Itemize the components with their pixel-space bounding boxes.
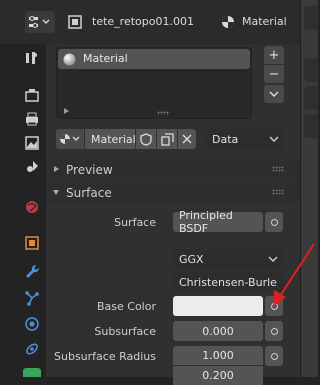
annotation-arrow — [274, 243, 315, 306]
material-breadcrumb: Material — [242, 15, 287, 28]
tab-tool[interactable] — [19, 46, 45, 70]
viewport-tool-2[interactable] — [304, 58, 318, 82]
wrench-icon — [24, 263, 40, 279]
subsurface-label: Subsurface — [94, 325, 156, 338]
tool-icon — [24, 50, 40, 66]
subsurface-link-button[interactable] — [265, 321, 283, 341]
material-name-text: Material — [91, 132, 136, 146]
printer-icon — [24, 111, 40, 127]
add-slot-label: + — [268, 47, 280, 63]
tab-render[interactable] — [19, 84, 45, 106]
subsurface-radius-x-field[interactable]: 1.000 — [173, 346, 263, 365]
surface-shader-field[interactable]: Principled BSDF — [173, 209, 263, 235]
subsurface-radius-label: Subsurface Radius — [54, 350, 156, 363]
list-expand-arrow-icon[interactable] — [64, 108, 69, 114]
viewport-strip — [300, 0, 318, 377]
subsurface-radius-link-button[interactable] — [265, 346, 283, 366]
object-square-icon — [24, 235, 40, 251]
surface-shader-value: Principled BSDF — [179, 209, 233, 235]
socket-icon — [270, 352, 278, 360]
subsurface-value: 0.000 — [202, 324, 234, 338]
socket-icon — [270, 327, 278, 335]
subsurface-radius-x-value: 1.000 — [202, 349, 234, 362]
add-slot-button[interactable]: + — [264, 46, 284, 64]
distribution-value: GGX — [179, 252, 204, 266]
constraint-icon — [24, 341, 40, 357]
scene-icon — [24, 159, 40, 175]
chevron-down-icon — [269, 91, 279, 97]
close-icon — [182, 134, 192, 144]
preview-panel-title: Preview — [66, 163, 113, 177]
preview-drag-grip[interactable] — [272, 166, 284, 172]
remove-slot-button[interactable]: − — [264, 65, 284, 83]
tab-scene[interactable] — [19, 156, 45, 178]
editor-type-dropdown[interactable] — [25, 11, 55, 33]
unlink-material-button[interactable] — [178, 129, 196, 149]
particles-icon — [24, 290, 40, 306]
browse-material-button[interactable] — [56, 129, 84, 149]
surface-shader-label: Surface — [114, 216, 156, 229]
slot-specials-menu[interactable] — [264, 85, 284, 103]
material-slot-name: Material — [83, 52, 128, 65]
material-name-field[interactable]: Material — [85, 129, 136, 149]
subsurface-radius-y-value: 0.200 — [202, 369, 234, 382]
object-data-icon — [67, 14, 83, 30]
surface-collapse-arrow-icon — [53, 190, 59, 195]
material-browse-icon — [59, 133, 81, 145]
tab-view-layer[interactable] — [19, 132, 45, 154]
fake-user-button[interactable] — [136, 129, 156, 149]
remove-slot-label: − — [268, 66, 280, 82]
tab-output[interactable] — [19, 108, 45, 130]
tab-modifiers[interactable] — [19, 260, 45, 282]
properties-editor-icon — [28, 15, 52, 29]
slot-material-sphere-icon — [61, 51, 77, 67]
tab-world[interactable] — [19, 196, 45, 218]
subsurface-field[interactable]: 0.000 — [173, 321, 263, 341]
render-camera-icon — [24, 87, 40, 103]
surface-link-button[interactable] — [265, 212, 283, 232]
tab-physics[interactable] — [19, 313, 45, 335]
viewport-tool-1[interactable] — [304, 6, 318, 30]
list-resize-grip[interactable] — [157, 111, 169, 115]
tab-material-partial[interactable] — [23, 368, 41, 377]
socket-icon — [270, 218, 278, 226]
viewport-tool-3[interactable] — [304, 86, 318, 110]
base-color-swatch[interactable] — [173, 296, 263, 316]
material-sphere-icon — [220, 14, 236, 30]
image-icon — [24, 135, 40, 151]
tab-particles[interactable] — [19, 287, 45, 309]
viewport-tool-4[interactable] — [304, 114, 318, 138]
base-color-label: Base Color — [96, 300, 156, 313]
link-dropdown-value: Data — [212, 132, 239, 146]
physics-icon — [24, 316, 40, 332]
duplicate-icon — [160, 132, 174, 146]
world-icon — [24, 199, 40, 215]
preview-expand-arrow-icon — [54, 166, 59, 172]
tab-object[interactable] — [19, 232, 45, 254]
subsurface-radius-y-field[interactable]: 0.200 — [173, 366, 263, 385]
shield-icon — [140, 132, 152, 146]
duplicate-material-button[interactable] — [157, 129, 177, 149]
tab-constraints[interactable] — [19, 338, 45, 360]
surface-panel-title: Surface — [66, 186, 112, 200]
link-chevron-down-icon — [268, 135, 280, 143]
object-name: tete_retopo01.001 — [92, 15, 194, 28]
surface-drag-grip[interactable] — [272, 189, 284, 195]
